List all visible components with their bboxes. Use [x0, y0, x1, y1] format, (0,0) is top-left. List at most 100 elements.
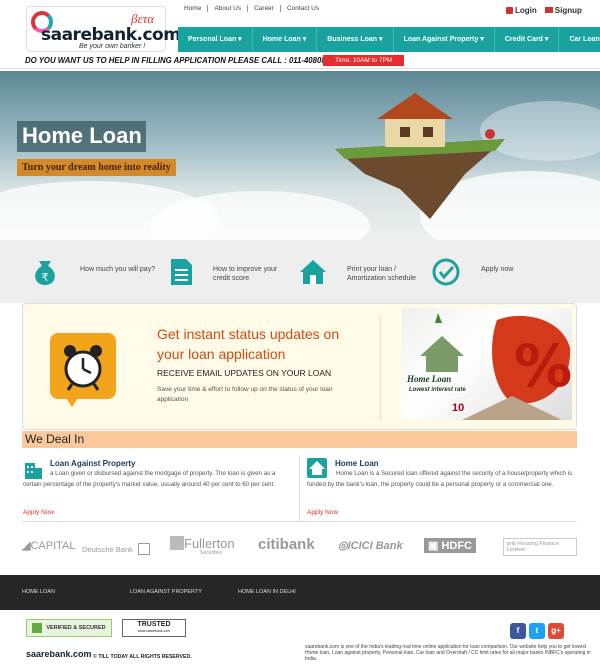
nav-label: Business Loan [327, 36, 378, 43]
promo-heading: Get instant status updates on your loan … [157, 326, 340, 362]
nav-car-loan[interactable]: Car Loan ▾ [558, 27, 600, 52]
hero-subtitle: Turn your dream home into reality [17, 159, 176, 176]
rupee-bag-icon[interactable]: ₹ [30, 257, 60, 287]
house-icon[interactable] [298, 257, 328, 287]
footer-logo[interactable]: saarebank.com [26, 649, 92, 659]
home-loan-ad[interactable]: % Home Loan Lowest interest rate 10 [402, 308, 572, 420]
twitter-icon[interactable]: t [529, 623, 545, 639]
badge-label: TRUSTED [137, 621, 171, 628]
top-link-contact[interactable]: Contact Us [279, 5, 325, 12]
top-links: Home About Us Career Contact Us [178, 5, 325, 12]
help-bar: DO YOU WANT US TO HELP IN FILLING APPLIC… [0, 55, 600, 69]
ad-number: 10 [452, 402, 465, 414]
nav-label: Personal Loan [188, 36, 237, 43]
time-badge: Time: 10AM to 7PM [323, 55, 405, 66]
envelope-icon [544, 7, 553, 13]
bank-citibank: citibank [258, 536, 315, 553]
deutsche-slash-icon [137, 543, 150, 555]
login-label: Login [515, 6, 537, 15]
divider [299, 455, 300, 521]
bank-logos: ◢CAPITAL Deutsche Bank Fullerton Securiti… [0, 530, 600, 562]
copyright: © TILL TODAY ALL RIGHTS RESERVED. [93, 654, 192, 660]
top-link-about[interactable]: About Us [207, 5, 247, 12]
deal-heading: We Deal In [25, 432, 85, 446]
feature-print[interactable]: Print your loan / Amortization schedule [347, 265, 427, 283]
facebook-icon[interactable]: f [510, 623, 526, 639]
deal-heading-bar: We Deal In [22, 431, 577, 448]
verified-badge[interactable]: VERIFIED & SECURED [26, 619, 112, 637]
signup-link[interactable]: Signup [544, 6, 582, 15]
divider [380, 316, 381, 421]
floating-island-house-icon [335, 93, 505, 219]
footer-link-home-loan[interactable]: HOME LOAN [22, 589, 55, 595]
footer-link-home-loan-delhi[interactable]: HOME LOAN IN DELHI [238, 589, 296, 595]
auth-links: Login Signup [506, 6, 582, 15]
help-text: DO YOU WANT US TO HELP IN FILLING APPLIC… [25, 56, 339, 65]
document-icon[interactable] [166, 257, 196, 287]
nav-business-loan[interactable]: Business Loan ▾ [316, 27, 392, 52]
logo-brand: saarebank.com [41, 25, 181, 45]
ad-subtitle: Lowest interest rate [407, 387, 468, 393]
feature-pay[interactable]: How much you will pay? [80, 265, 160, 274]
hero-banner[interactable]: Home Loan Turn your dream home into real… [0, 71, 600, 240]
deal-title-home[interactable]: Home Loan [335, 459, 379, 468]
about-text: saarebank.com is one of the India's lead… [305, 644, 591, 662]
svg-text:₹: ₹ [42, 271, 49, 284]
nav-credit-card[interactable]: Credit Card ▾ [493, 27, 559, 52]
bank-deutsche: Deutsche Bank [82, 543, 150, 555]
nav-label: Car Loan [569, 36, 600, 43]
nav-loan-against-property[interactable]: Loan Against Property ▾ [392, 27, 494, 52]
badge-sublabel: www.saarebank.com [137, 629, 171, 633]
bank-label: CAPITAL [30, 540, 76, 552]
ad-title: Home Loan [407, 374, 452, 384]
deal-desc-home: Home Loan is a Secured loan offered agai… [307, 470, 573, 488]
feature-apply[interactable]: Apply now [481, 265, 541, 274]
bank-capital: ◢CAPITAL [22, 540, 76, 552]
checkmark-icon[interactable] [431, 257, 461, 287]
google-plus-icon[interactable]: g+ [548, 623, 564, 639]
shield-icon [32, 623, 43, 633]
nav-label: Credit Card [504, 36, 543, 43]
nav-label: Loan Against Property [403, 36, 479, 43]
speech-pointer [64, 395, 80, 407]
promo-subheading: RECEIVE EMAIL UPDATES ON YOUR LOAN [157, 368, 332, 378]
badge-label: VERIFIED & SECURED [46, 625, 106, 631]
login-link[interactable]: Login [506, 6, 537, 15]
bank-label: ICICI Bank [347, 540, 403, 552]
top-link-home[interactable]: Home [178, 5, 207, 12]
signup-label: Signup [554, 6, 582, 15]
site-logo[interactable]: saarebank.com Be your own banker ! βετα [26, 6, 181, 52]
bank-fullerton: Fullerton Securities [170, 536, 235, 556]
apply-now-home[interactable]: Apply Now [307, 509, 338, 516]
lock-icon [506, 7, 513, 14]
nav-home-loan[interactable]: Home Loan ▾ [251, 27, 317, 52]
footer-link-lap[interactable]: LOAN AGAINST PROPERTY [130, 589, 202, 595]
nav-personal-loan[interactable]: Personal Loan ▾ [178, 27, 252, 52]
apply-now-lap[interactable]: Apply Now [23, 509, 54, 516]
fullerton-square-icon [170, 536, 184, 550]
main-nav: Personal Loan ▾ Home Loan ▾ Business Loa… [178, 27, 600, 52]
footer-links-bar: HOME LOAN LOAN AGAINST PROPERTY HOME LOA… [0, 575, 600, 610]
slider-dots[interactable]: ● ● [289, 227, 301, 233]
beta-label: βετα [131, 11, 155, 26]
hero-title: Home Loan [17, 121, 146, 152]
trusted-badge[interactable]: TRUSTED www.saarebank.com [122, 619, 186, 637]
deal-title-lap[interactable]: Loan Against Property [50, 459, 136, 468]
bank-hdfc: ▣ HDFC [424, 538, 477, 553]
percent-house-icon: % [420, 313, 572, 420]
bank-icici: ◎ICICI Bank [338, 540, 403, 552]
bank-label: Deutsche Bank [82, 545, 133, 554]
logo-tagline: Be your own banker ! [79, 43, 146, 50]
bank-label: Fullerton [184, 536, 235, 551]
bank-pnb-housing: pnb Housing Finance Limited [503, 538, 577, 556]
feature-credit-score[interactable]: How to improve your credit score [213, 265, 293, 283]
alarm-clock-icon [50, 333, 116, 399]
bank-label: HDFC [441, 540, 473, 552]
deal-desc-lap: a Loan given or disbursed against the mo… [23, 470, 276, 488]
top-link-career[interactable]: Career [247, 5, 280, 12]
nav-label: Home Loan [262, 36, 301, 43]
svg-text:%: % [514, 332, 572, 400]
promo-description: Save your time & effort to follow up on … [157, 386, 333, 403]
bank-sublabel: Securities [200, 550, 222, 556]
divider [22, 521, 577, 522]
